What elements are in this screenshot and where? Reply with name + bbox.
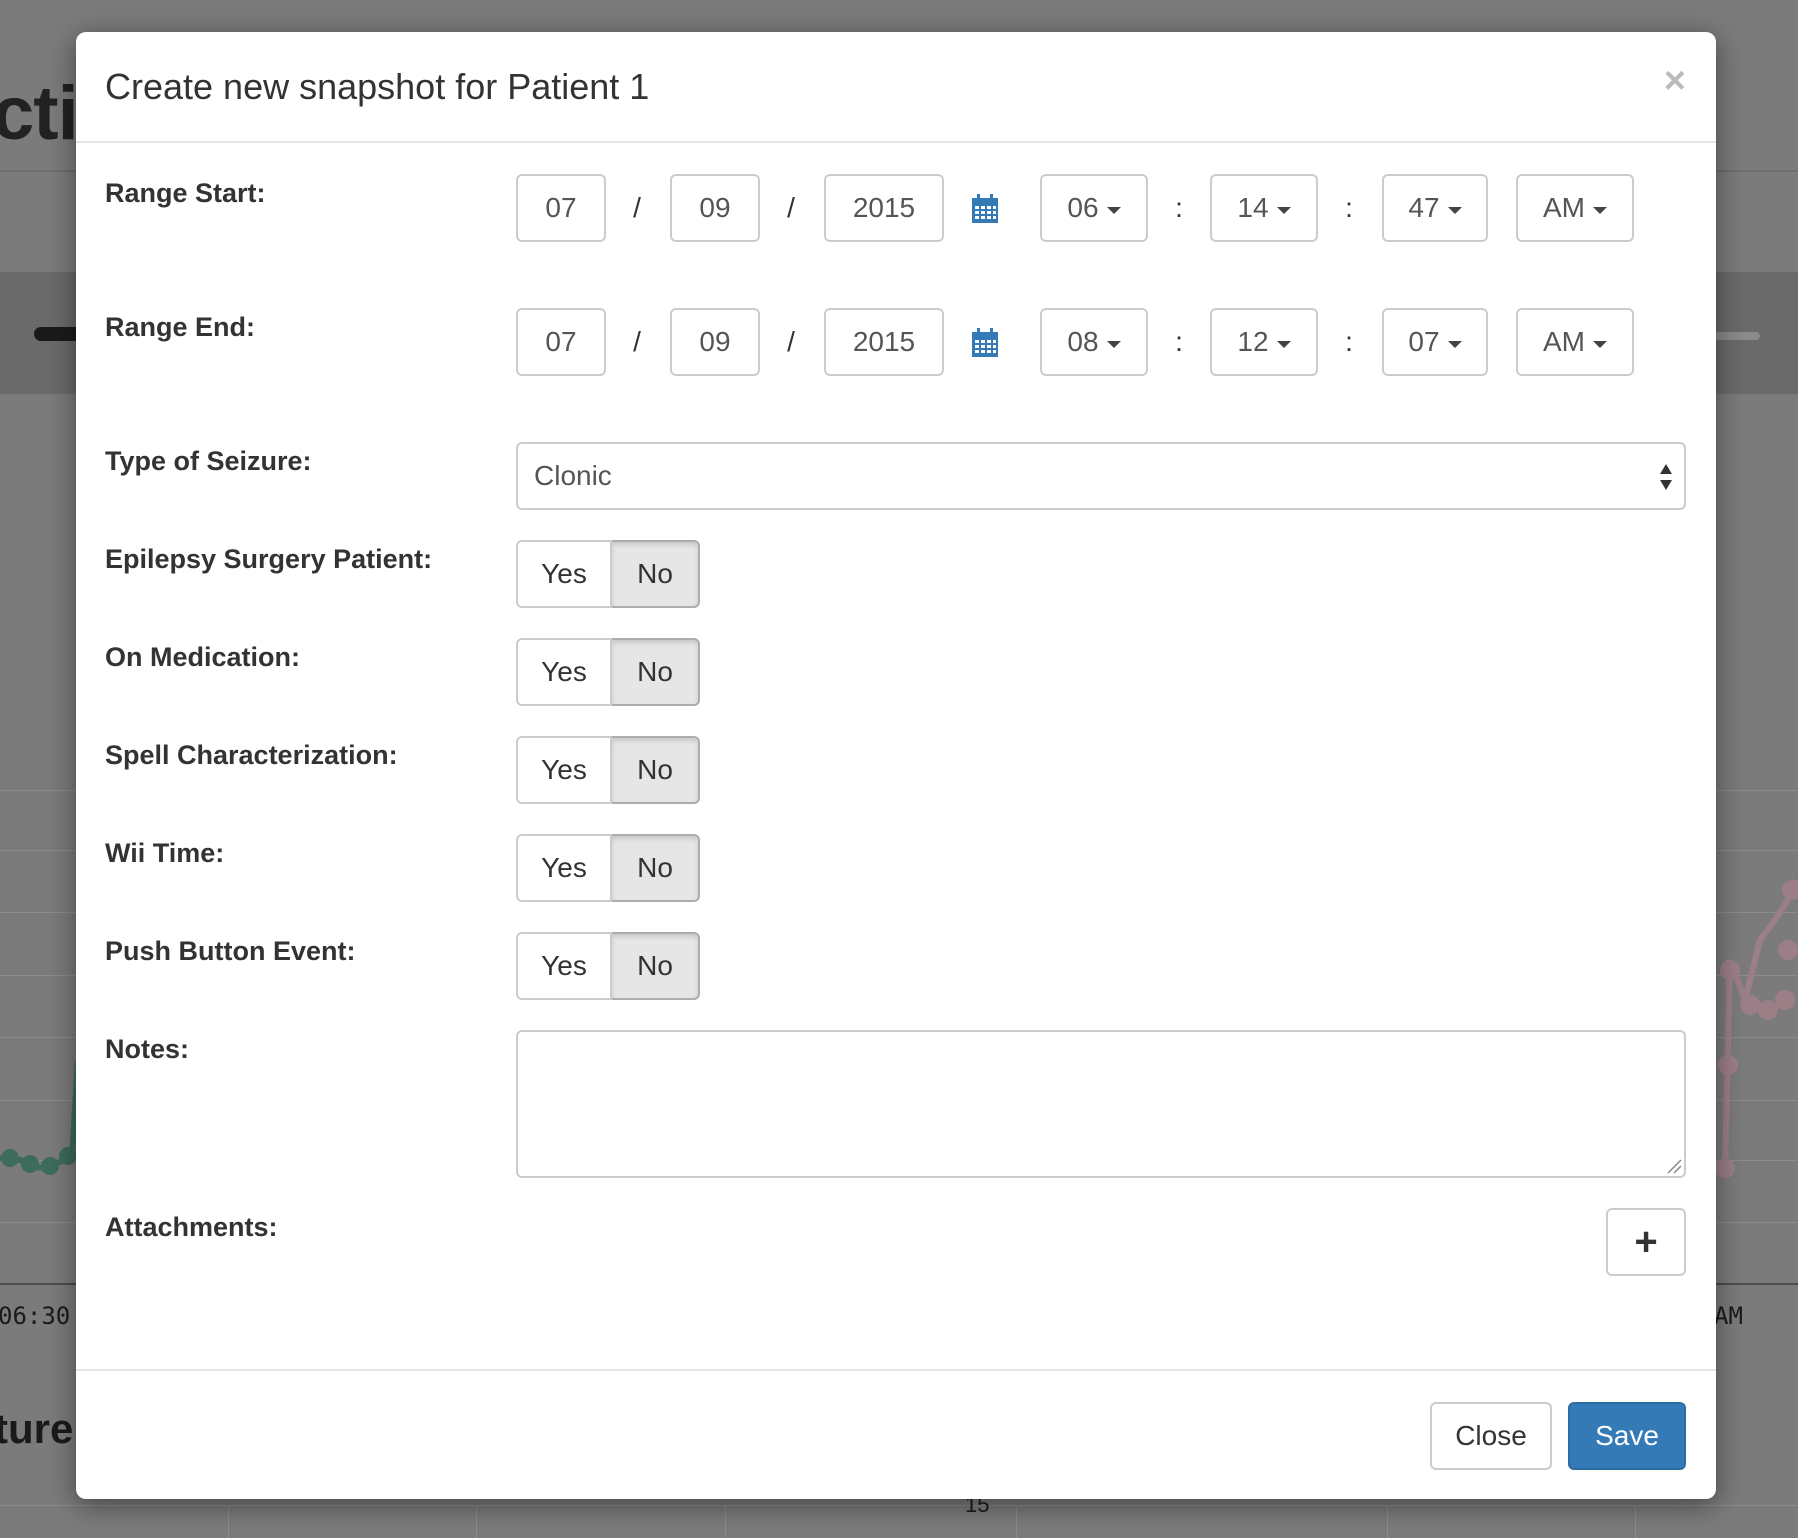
modal-title: Create new snapshot for Patient 1	[105, 66, 650, 107]
spell-characterization-yes-button[interactable]: Yes	[516, 736, 612, 804]
epilepsy-surgery-no-button[interactable]: No	[612, 540, 700, 608]
range-end-label: Range End:	[105, 312, 256, 342]
caret-down-icon	[1106, 206, 1121, 214]
background-table-column	[1016, 1505, 1017, 1538]
spell-characterization-toggle: Yes No	[516, 736, 700, 804]
wii-time-toggle: Yes No	[516, 834, 700, 902]
push-button-event-yes-button[interactable]: Yes	[516, 932, 612, 1000]
caret-down-icon	[1447, 340, 1462, 348]
range-start-year-input[interactable]: 2015	[824, 174, 944, 242]
on-medication-yes-button[interactable]: Yes	[516, 638, 612, 706]
caret-down-icon	[1276, 206, 1291, 214]
range-end-second-dropdown[interactable]: 07	[1382, 308, 1488, 376]
caret-down-icon	[1447, 206, 1462, 214]
range-start-second-value: 47	[1408, 192, 1440, 223]
notes-label: Notes:	[105, 1034, 190, 1064]
calendar-icon[interactable]	[971, 194, 999, 224]
time-separator: :	[1175, 192, 1183, 223]
time-separator: :	[1345, 326, 1353, 357]
date-separator: /	[787, 192, 795, 223]
on-medication-label: On Medication:	[105, 642, 300, 672]
add-attachment-button[interactable]: +	[1606, 1208, 1686, 1276]
on-medication-toggle: Yes No	[516, 638, 700, 706]
range-end-minute-value: 12	[1237, 326, 1269, 357]
caret-down-icon	[1276, 340, 1291, 348]
epilepsy-surgery-label: Epilepsy Surgery Patient:	[105, 544, 433, 574]
push-button-event-no-button[interactable]: No	[612, 932, 700, 1000]
epilepsy-surgery-yes-button[interactable]: Yes	[516, 540, 612, 608]
notes-textarea[interactable]	[516, 1030, 1686, 1178]
modal-header: Create new snapshot for Patient 1 ×	[76, 32, 1716, 143]
range-end-second-value: 07	[1408, 326, 1440, 357]
background-table-column	[1387, 1505, 1388, 1538]
select-arrows-icon	[1660, 464, 1672, 490]
push-button-event-label: Push Button Event:	[105, 936, 356, 966]
range-end-minute-dropdown[interactable]: 12	[1210, 308, 1318, 376]
background-table-column	[1635, 1505, 1636, 1538]
seizure-type-value: Clonic	[534, 460, 612, 491]
plus-icon: +	[1634, 1219, 1658, 1264]
caret-down-icon	[1106, 340, 1121, 348]
range-start-ampm-dropdown[interactable]: AM	[1516, 174, 1634, 242]
epilepsy-surgery-toggle: Yes No	[516, 540, 700, 608]
range-start-second-dropdown[interactable]: 47	[1382, 174, 1488, 242]
seizure-type-label: Type of Seizure:	[105, 446, 312, 476]
range-start-month-input[interactable]: 07	[516, 174, 606, 242]
range-end-month-input[interactable]: 07	[516, 308, 606, 376]
caret-down-icon	[1593, 206, 1607, 214]
background-subheading: ture	[0, 1405, 74, 1452]
attachments-label: Attachments:	[105, 1212, 278, 1242]
wii-time-yes-button[interactable]: Yes	[516, 834, 612, 902]
background-table-column	[725, 1505, 726, 1538]
calendar-icon[interactable]	[971, 328, 999, 358]
range-end-hour-value: 08	[1067, 326, 1099, 357]
range-end-ampm-dropdown[interactable]: AM	[1516, 308, 1634, 376]
resize-grip-icon[interactable]	[1666, 1158, 1682, 1174]
wii-time-no-button[interactable]: No	[612, 834, 700, 902]
range-start-hour-value: 06	[1067, 192, 1099, 223]
caret-down-icon	[1593, 340, 1607, 348]
on-medication-no-button[interactable]: No	[612, 638, 700, 706]
spell-characterization-label: Spell Characterization:	[105, 740, 398, 770]
snapshot-modal: Create new snapshot for Patient 1 × Rang…	[76, 32, 1716, 1499]
range-start-hour-dropdown[interactable]: 06	[1040, 174, 1148, 242]
time-separator: :	[1175, 326, 1183, 357]
seizure-type-select[interactable]: Clonic	[516, 442, 1686, 510]
range-start-ampm-value: AM	[1543, 192, 1585, 223]
range-start-minute-value: 14	[1237, 192, 1269, 223]
spell-characterization-no-button[interactable]: No	[612, 736, 700, 804]
range-end-ampm-value: AM	[1543, 326, 1585, 357]
background-axis-label: AM	[1714, 1302, 1743, 1330]
wii-time-label: Wii Time:	[105, 838, 225, 868]
close-button[interactable]: Close	[1430, 1402, 1552, 1470]
modal-footer-divider	[76, 1369, 1716, 1371]
range-start-label: Range Start:	[105, 178, 266, 208]
time-separator: :	[1345, 192, 1353, 223]
background-table-column	[476, 1505, 477, 1538]
range-end-hour-dropdown[interactable]: 08	[1040, 308, 1148, 376]
range-start-minute-dropdown[interactable]: 14	[1210, 174, 1318, 242]
background-table-line	[0, 1505, 1798, 1506]
push-button-event-toggle: Yes No	[516, 932, 700, 1000]
date-separator: /	[787, 326, 795, 357]
close-icon[interactable]: ×	[1664, 62, 1686, 100]
range-end-year-input[interactable]: 2015	[824, 308, 944, 376]
range-start-day-input[interactable]: 09	[670, 174, 760, 242]
background-table-column	[228, 1505, 229, 1538]
background-green-series	[0, 1059, 80, 1175]
date-separator: /	[633, 192, 641, 223]
range-end-day-input[interactable]: 09	[670, 308, 760, 376]
date-separator: /	[633, 326, 641, 357]
save-button[interactable]: Save	[1568, 1402, 1686, 1470]
